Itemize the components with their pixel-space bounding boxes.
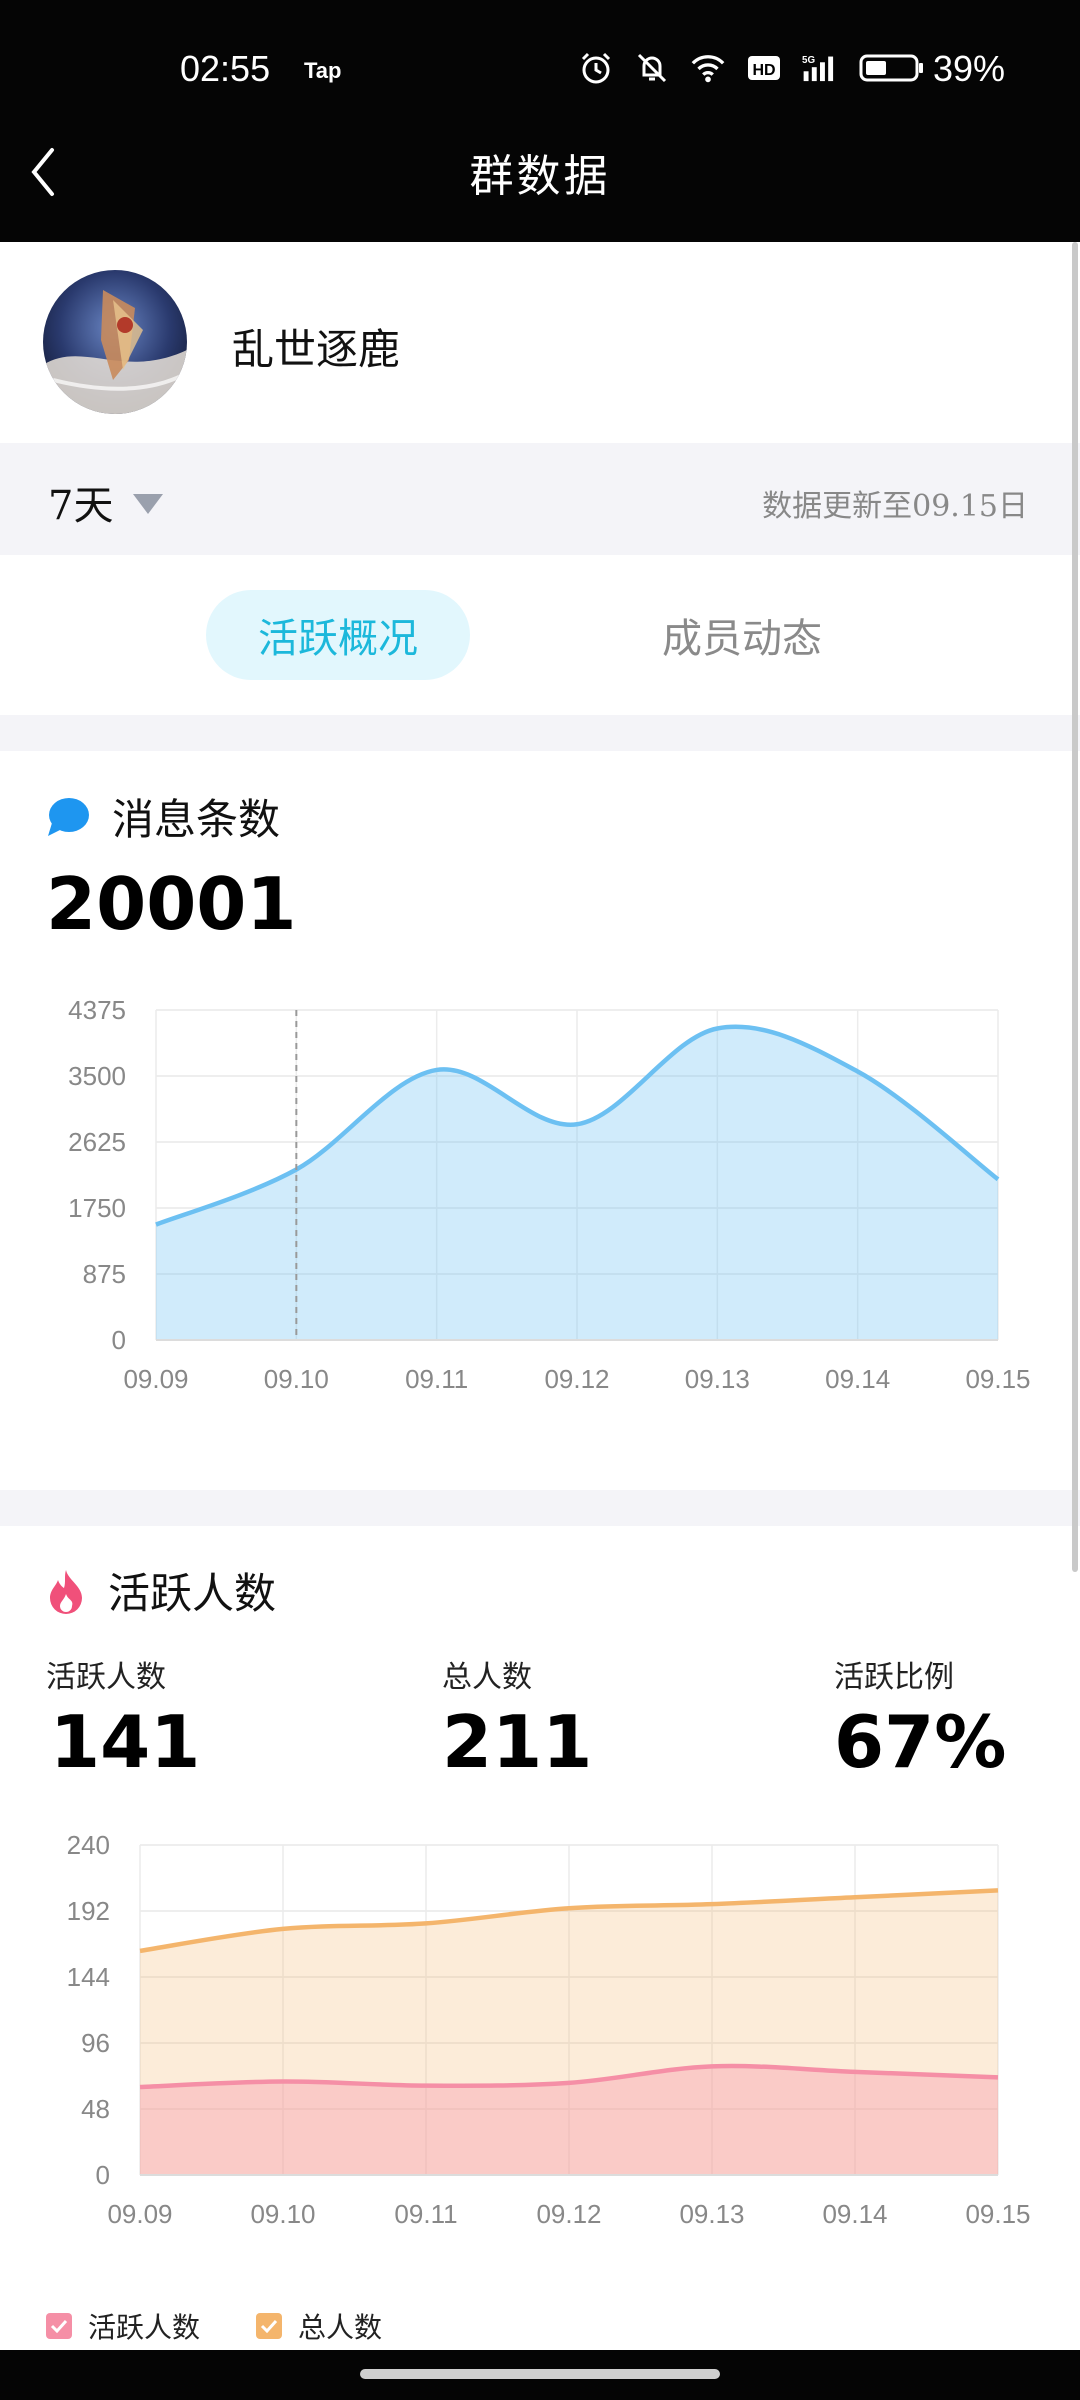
tab-activity-overview[interactable]: 活跃概况 — [206, 590, 470, 680]
tab-bar — [0, 555, 1080, 715]
active-members-chart: 240 192 144 96 48 0 09.09 09.10 09.11 09.12 09.13 0… — [67, 1830, 1031, 2225]
home-handle[interactable] — [360, 2369, 720, 2379]
section-divider — [0, 1490, 1080, 1526]
battery-icon — [858, 50, 926, 86]
y-tick-label: 0 — [96, 2160, 110, 2190]
x-tick-label: 09.11 — [405, 1364, 468, 1394]
mute-icon — [634, 50, 670, 86]
messages-header: 消息条数 — [46, 786, 280, 847]
5g-signal-icon: 5G — [802, 50, 838, 86]
y-tick-label: 96 — [81, 2028, 110, 2058]
x-tick-label: 09.13 — [679, 2199, 744, 2225]
status-time: 02:55 — [180, 48, 271, 89]
y-tick-label: 192 — [67, 1896, 110, 1926]
messages-total: 20001 — [46, 862, 297, 946]
status-bar: 02:55 Tap HD 5G 39% — [0, 0, 1080, 140]
stat-value-total: 211 — [442, 1700, 593, 1784]
legend-label: 活跃人数 — [88, 2311, 201, 2344]
legend-check-icon — [256, 2313, 283, 2339]
svg-text:5G: 5G — [802, 55, 815, 66]
x-tick-label: 09.10 — [250, 2199, 315, 2225]
y-tick-label: 3500 — [68, 1061, 126, 1091]
svg-text:HD: HD — [752, 62, 775, 79]
battery-percent: 39% — [933, 48, 1006, 89]
tab-member-dynamics[interactable]: 成员动态 — [610, 590, 874, 680]
x-tick-label: 09.09 — [107, 2199, 172, 2225]
x-tick-label: 09.14 — [825, 1364, 890, 1394]
caret-down-icon — [133, 494, 164, 514]
y-tick-label: 240 — [67, 1830, 110, 1860]
y-tick-label: 4375 — [68, 995, 126, 1025]
status-icons: HD 5G — [578, 50, 926, 86]
wifi-icon — [690, 50, 726, 86]
range-label: 7天 — [48, 483, 114, 529]
section-divider — [0, 715, 1080, 751]
x-tick-label: 09.14 — [822, 2199, 887, 2225]
range-dropdown[interactable]: 7天 — [48, 473, 164, 531]
x-tick-label: 09.15 — [965, 1364, 1030, 1394]
active-title: 活跃人数 — [108, 1569, 277, 1618]
y-tick-label: 1750 — [68, 1193, 126, 1223]
stat-value-ratio: 67% — [834, 1700, 1007, 1784]
active-header: 活跃人数 — [46, 1560, 276, 1621]
stat-label-total: 总人数 — [442, 1660, 532, 1695]
legend-label: 总人数 — [298, 2311, 383, 2344]
flame-icon — [50, 1569, 82, 1614]
legend-item-total[interactable]: 总人数 — [256, 2306, 382, 2346]
x-tick-label: 09.09 — [123, 1364, 188, 1394]
stat-label-active: 活跃人数 — [46, 1660, 166, 1695]
scrollbar[interactable] — [1072, 242, 1078, 1572]
hd-icon: HD — [746, 50, 782, 86]
x-tick-label: 09.12 — [536, 2199, 601, 2225]
x-tick-label: 09.12 — [544, 1364, 609, 1394]
y-tick-label: 48 — [81, 2094, 110, 2124]
legend-item-active[interactable]: 活跃人数 — [46, 2306, 200, 2346]
x-tick-label: 09.10 — [264, 1364, 329, 1394]
messages-title: 消息条数 — [112, 795, 281, 844]
group-avatar[interactable] — [43, 270, 187, 414]
carrier-tag: Tap — [304, 58, 342, 83]
messages-chart: 4375 3500 2625 1750 875 0 09.09 09.10 09.11 09.12… — [68, 995, 1030, 1394]
stat-value-active: 141 — [50, 1700, 201, 1784]
legend-check-icon — [46, 2313, 72, 2339]
y-tick-label: 2625 — [68, 1127, 126, 1157]
alarm-icon — [578, 50, 614, 86]
y-tick-label: 0 — [112, 1325, 126, 1355]
x-tick-label: 09.11 — [394, 2199, 457, 2225]
x-tick-label: 09.13 — [685, 1364, 750, 1394]
group-name: 乱世逐鹿 — [232, 325, 401, 374]
chat-bubble-icon — [48, 797, 89, 836]
y-tick-label: 875 — [83, 1259, 126, 1289]
x-tick-label: 09.15 — [965, 2199, 1030, 2225]
chart-legend: 活跃人数 总人数 — [46, 2306, 382, 2346]
page-title: 群数据 — [469, 151, 611, 202]
stat-label-ratio: 活跃比例 — [834, 1660, 954, 1695]
update-note: 数据更新至09.15日 — [762, 489, 1028, 524]
y-tick-label: 144 — [67, 1962, 110, 1992]
